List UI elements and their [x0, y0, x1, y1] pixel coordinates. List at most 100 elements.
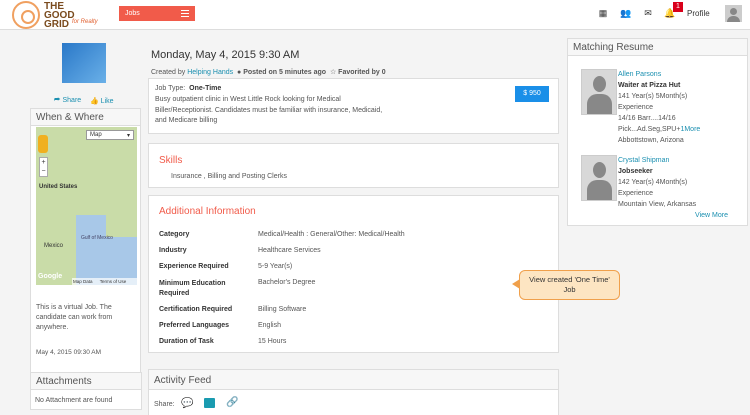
job-type-label: Job Type: [155, 85, 186, 92]
info-label: Certification Required [159, 306, 233, 313]
jobs-dropdown-label: Jobs [125, 10, 140, 17]
resume-name[interactable]: Allen Parsons [618, 69, 700, 80]
skills-panel: Skills Insurance , Billing and Posting C… [148, 143, 559, 188]
map-type-select[interactable]: Map ▾ [86, 130, 134, 140]
resume-exp: 142 Year(s) 4Month(s) [618, 179, 688, 186]
resume-more-link[interactable]: 1More [680, 126, 700, 133]
logo-text: THE GOOD GRID [44, 2, 75, 30]
zoom-controls[interactable]: + − [39, 157, 48, 177]
info-label: Duration of Task [159, 338, 214, 345]
info-value: Bachelor's Degree [258, 279, 316, 286]
location-map[interactable]: Map ▾ + − United States Gulf of Mexico M… [36, 127, 137, 285]
resume-extra: 14/16 Barr....14/16 [618, 115, 676, 122]
photo-head [593, 162, 606, 178]
resume-location: Mountain View, Arkansas [618, 201, 697, 208]
posted-on: Posted on 5 minutes ago [243, 69, 327, 76]
map-data-link[interactable]: Map Data [73, 279, 93, 284]
avatar[interactable] [725, 5, 742, 22]
mail-icon[interactable]: ✉ [643, 9, 653, 18]
created-by-prefix: Created by [151, 69, 186, 76]
photo-icon[interactable] [204, 398, 215, 408]
logo-mark-icon [12, 1, 40, 29]
comment-icon[interactable]: 💬 [181, 398, 193, 409]
share-label: Share [62, 97, 82, 104]
map-land [36, 127, 137, 215]
resume-exp-label: Experience [618, 190, 654, 197]
map-label-mexico: Mexico [44, 243, 64, 249]
thumbs-up-icon: 👍 [90, 98, 99, 105]
photo-head [593, 76, 606, 92]
resume-extra2: Pick...Ad.Seg,SPU+1More [618, 124, 700, 135]
map-land-florida [106, 207, 137, 237]
resume-item: Crystal Shipman Jobseeker 142 Year(s) 4M… [618, 155, 696, 210]
jobs-dropdown[interactable]: Jobs [119, 6, 195, 21]
info-label: Category [159, 231, 190, 238]
info-value: Healthcare Services [258, 247, 321, 254]
skills-title: Skills [159, 155, 183, 166]
info-value: English [258, 322, 281, 329]
share-link[interactable]: ⮫ Share [54, 97, 81, 105]
map-type-label: Map [90, 132, 102, 138]
job-type-line: Job Type: One-Time [155, 85, 221, 92]
users-icon[interactable]: 👥 [620, 9, 631, 18]
when-where-panel: When & Where Map ▾ + − United States Gul… [30, 108, 141, 398]
pegman-icon[interactable] [38, 135, 48, 153]
grid-icon[interactable]: ▦ [598, 9, 608, 18]
map-terms-link[interactable]: Terms of Use [100, 279, 127, 284]
resume-photo[interactable] [581, 69, 617, 115]
photo-body [587, 94, 612, 114]
resume-role: Jobseeker [618, 168, 653, 175]
menu-icon [181, 10, 189, 17]
virtual-job-text: This is a virtual Job. The candidate can… [36, 304, 113, 331]
info-label: Industry [159, 247, 187, 254]
info-value: Medical/Health : General/Other: Medical/… [258, 231, 405, 238]
resume-name[interactable]: Crystal Shipman [618, 155, 696, 166]
skills-list: Insurance , Billing and Posting Clerks [171, 173, 287, 180]
posted-date: May 4, 2015 09:30 AM [36, 349, 102, 356]
resume-exp: 141 Year(s) 5Month(s) [618, 93, 688, 100]
page-title: Monday, May 4, 2015 9:30 AM [151, 49, 300, 61]
profile-link[interactable]: Profile [687, 9, 710, 18]
price-button[interactable]: $ 950 [515, 86, 549, 102]
resume-exp-label: Experience [618, 104, 654, 111]
logo-subtitle: for Realty [72, 19, 98, 25]
share-icon: ⮫ [54, 97, 61, 104]
top-bar: THE GOOD GRID for Realty Jobs ▦ 👥 ✉ 🔔 1 … [0, 0, 750, 30]
info-label: Minimum Education Required [159, 280, 226, 297]
google-logo: Google [38, 273, 63, 280]
left-sidebar: ⮫ Share 👍 Like When & Where Map ▾ + − Un… [30, 36, 142, 398]
tooltip-callout: View created 'One Time' Job [512, 270, 620, 300]
creator-link[interactable]: Helping Hands [187, 69, 233, 76]
photo-body [587, 180, 612, 200]
like-link[interactable]: 👍 Like [90, 97, 114, 105]
additional-title: Additional Information [159, 206, 256, 217]
avatar-body [727, 16, 740, 22]
avatar-head [730, 8, 737, 15]
logo[interactable]: THE GOOD GRID for Realty [12, 1, 112, 30]
matching-resume-panel: Matching Resume Allen Parsons Waiter at … [567, 38, 748, 226]
zoom-out-icon[interactable]: − [40, 167, 47, 176]
link-icon[interactable]: 🔗 [226, 397, 238, 408]
attachments-title: Attachments [31, 373, 141, 390]
resume-photo[interactable] [581, 155, 617, 201]
zoom-in-icon[interactable]: + [40, 158, 47, 167]
view-more-link[interactable]: View More [695, 212, 728, 219]
job-description: Busy outpatient clinic in West Little Ro… [155, 96, 383, 124]
share-prefix: Share: [154, 401, 175, 408]
map-label-gulf: Gulf of Mexico [81, 235, 113, 241]
activity-feed-panel: Activity Feed Share: 💬 🔗 [148, 369, 559, 415]
info-label: Experience Required [159, 263, 229, 270]
info-value: 15 Hours [258, 338, 287, 345]
favorited-count: Favorited by 0 [338, 69, 386, 76]
job-summary-panel: Job Type: One-Time Busy outpatient clini… [148, 78, 559, 134]
like-label: Like [100, 98, 114, 105]
logo-line3: GRID [44, 19, 69, 30]
matching-title: Matching Resume [568, 39, 747, 56]
info-value: 5-9 Year(s) [258, 263, 293, 270]
star-icon[interactable]: ☆ [330, 69, 336, 76]
company-logo [62, 43, 106, 83]
attachments-empty: No Attachment are found [35, 397, 113, 404]
attachments-panel: Attachments No Attachment are found [30, 372, 142, 410]
resume-item: Allen Parsons Waiter at Pizza Hut 141 Ye… [618, 69, 700, 146]
job-meta: Created by Helping Hands ● Posted on 5 m… [151, 69, 386, 76]
